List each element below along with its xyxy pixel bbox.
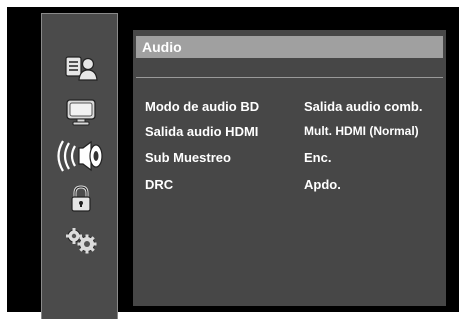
speaker-sound-icon <box>56 140 103 172</box>
audio-settings-panel: Audio Modo de audio BD Salida audio comb… <box>133 30 446 306</box>
gears-icon <box>65 228 96 254</box>
setting-label: Sub Muestreo <box>145 150 231 165</box>
setting-row-bd-audio-mode[interactable]: Modo de audio BD Salida audio comb. <box>133 99 446 119</box>
sidebar-item-audio[interactable] <box>42 138 119 174</box>
setting-value: Enc. <box>304 150 332 165</box>
setting-value: Salida audio comb. <box>304 99 423 114</box>
setup-sidebar <box>41 13 118 319</box>
setting-row-down-sampling[interactable]: Sub Muestreo Enc. <box>133 150 446 170</box>
setting-label: DRC <box>145 177 174 192</box>
setting-row-drc[interactable]: DRC Apdo. <box>133 177 446 197</box>
padlock-icon <box>70 185 91 212</box>
panel-title: Audio <box>142 39 182 55</box>
setting-value: Mult. HDMI (Normal) <box>304 124 419 138</box>
sidebar-item-language[interactable] <box>42 50 119 86</box>
setting-row-hdmi-audio-out[interactable]: Salida audio HDMI Mult. HDMI (Normal) <box>133 124 446 144</box>
display-monitor-icon <box>65 99 96 126</box>
sidebar-item-display[interactable] <box>42 94 119 130</box>
panel-title-bar: Audio <box>136 36 443 58</box>
sidebar-item-others[interactable] <box>42 223 119 259</box>
title-divider <box>136 77 443 78</box>
sidebar-item-parental-lock[interactable] <box>42 181 119 217</box>
setting-label: Modo de audio BD <box>145 99 260 114</box>
setting-value: Apdo. <box>304 177 341 192</box>
language-person-icon <box>64 56 98 81</box>
setting-label: Salida audio HDMI <box>145 124 259 139</box>
